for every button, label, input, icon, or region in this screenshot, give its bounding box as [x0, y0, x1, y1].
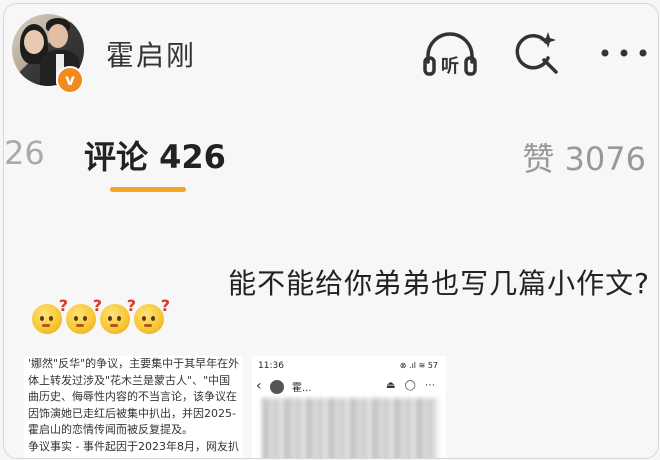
listen-label: 听 [441, 55, 459, 77]
attached-document-image[interactable]: '娜然"反华"的争议，主要集中于其早年在外 体上转发过涉及"花木兰是蒙古人"、"… [24, 356, 242, 458]
phone-toolbar-icons: ⏏ ◯ ⋯ [386, 380, 438, 391]
phone-time: 11:36 [258, 361, 284, 371]
puzzled-face-icon: ? [66, 296, 102, 334]
tab-active-indicator [110, 187, 186, 192]
phone-avatar [270, 380, 284, 394]
attached-phone-screenshot[interactable]: 11:36 ⊗ .ıl ≋ 57 ‹ 霍... ⏏ ◯ ⋯ [252, 356, 446, 458]
puzzled-face-icon: ? [32, 296, 68, 334]
verified-icon: v [56, 66, 84, 94]
avatar-face [48, 24, 68, 48]
app-frame: v 霍启刚 听 26 评论 426 赞 3076 能不能给你弟弟也写几篇小作文?… [3, 3, 659, 459]
doc-line: '娜然"反华"的争议，主要集中于其早年在外 [28, 357, 240, 370]
more-icon[interactable] [600, 48, 648, 58]
tab-likes[interactable]: 赞 3076 [522, 134, 646, 180]
doc-line: 因饰演她已走红后被集中扒出，并因2025- [28, 406, 236, 420]
tab-reposts[interactable]: 26 [4, 134, 45, 172]
username[interactable]: 霍启刚 [106, 34, 196, 74]
puzzled-face-icon: ? [134, 296, 170, 334]
phone-status: ⊗ .ıl ≋ 57 [399, 361, 438, 370]
search-icon[interactable] [512, 28, 562, 78]
emoji-row: ? ? ? ? [32, 296, 170, 334]
listen-icon[interactable]: 听 [422, 32, 478, 78]
blurred-content [262, 398, 438, 458]
avatar-face [24, 30, 44, 54]
comment-text: 能不能给你弟弟也写几篇小作文? [228, 267, 650, 300]
doc-line: 曲历史、侮辱性内容的不当言论，该争议在 [28, 390, 237, 403]
puzzled-face-icon: ? [100, 296, 136, 334]
doc-line: 体上转发过涉及"花木兰是蒙古人"、"中国 [28, 373, 231, 387]
back-icon: ‹ [256, 378, 262, 394]
tab-comments[interactable]: 评论 426 [84, 132, 226, 178]
phone-name: 霍... [292, 383, 312, 394]
doc-line: 争议事实 - 事件起因于2023年8月，网友扒 [28, 439, 239, 453]
doc-line: 霍启山的恋情传闻而被反复提及。 [28, 423, 193, 436]
